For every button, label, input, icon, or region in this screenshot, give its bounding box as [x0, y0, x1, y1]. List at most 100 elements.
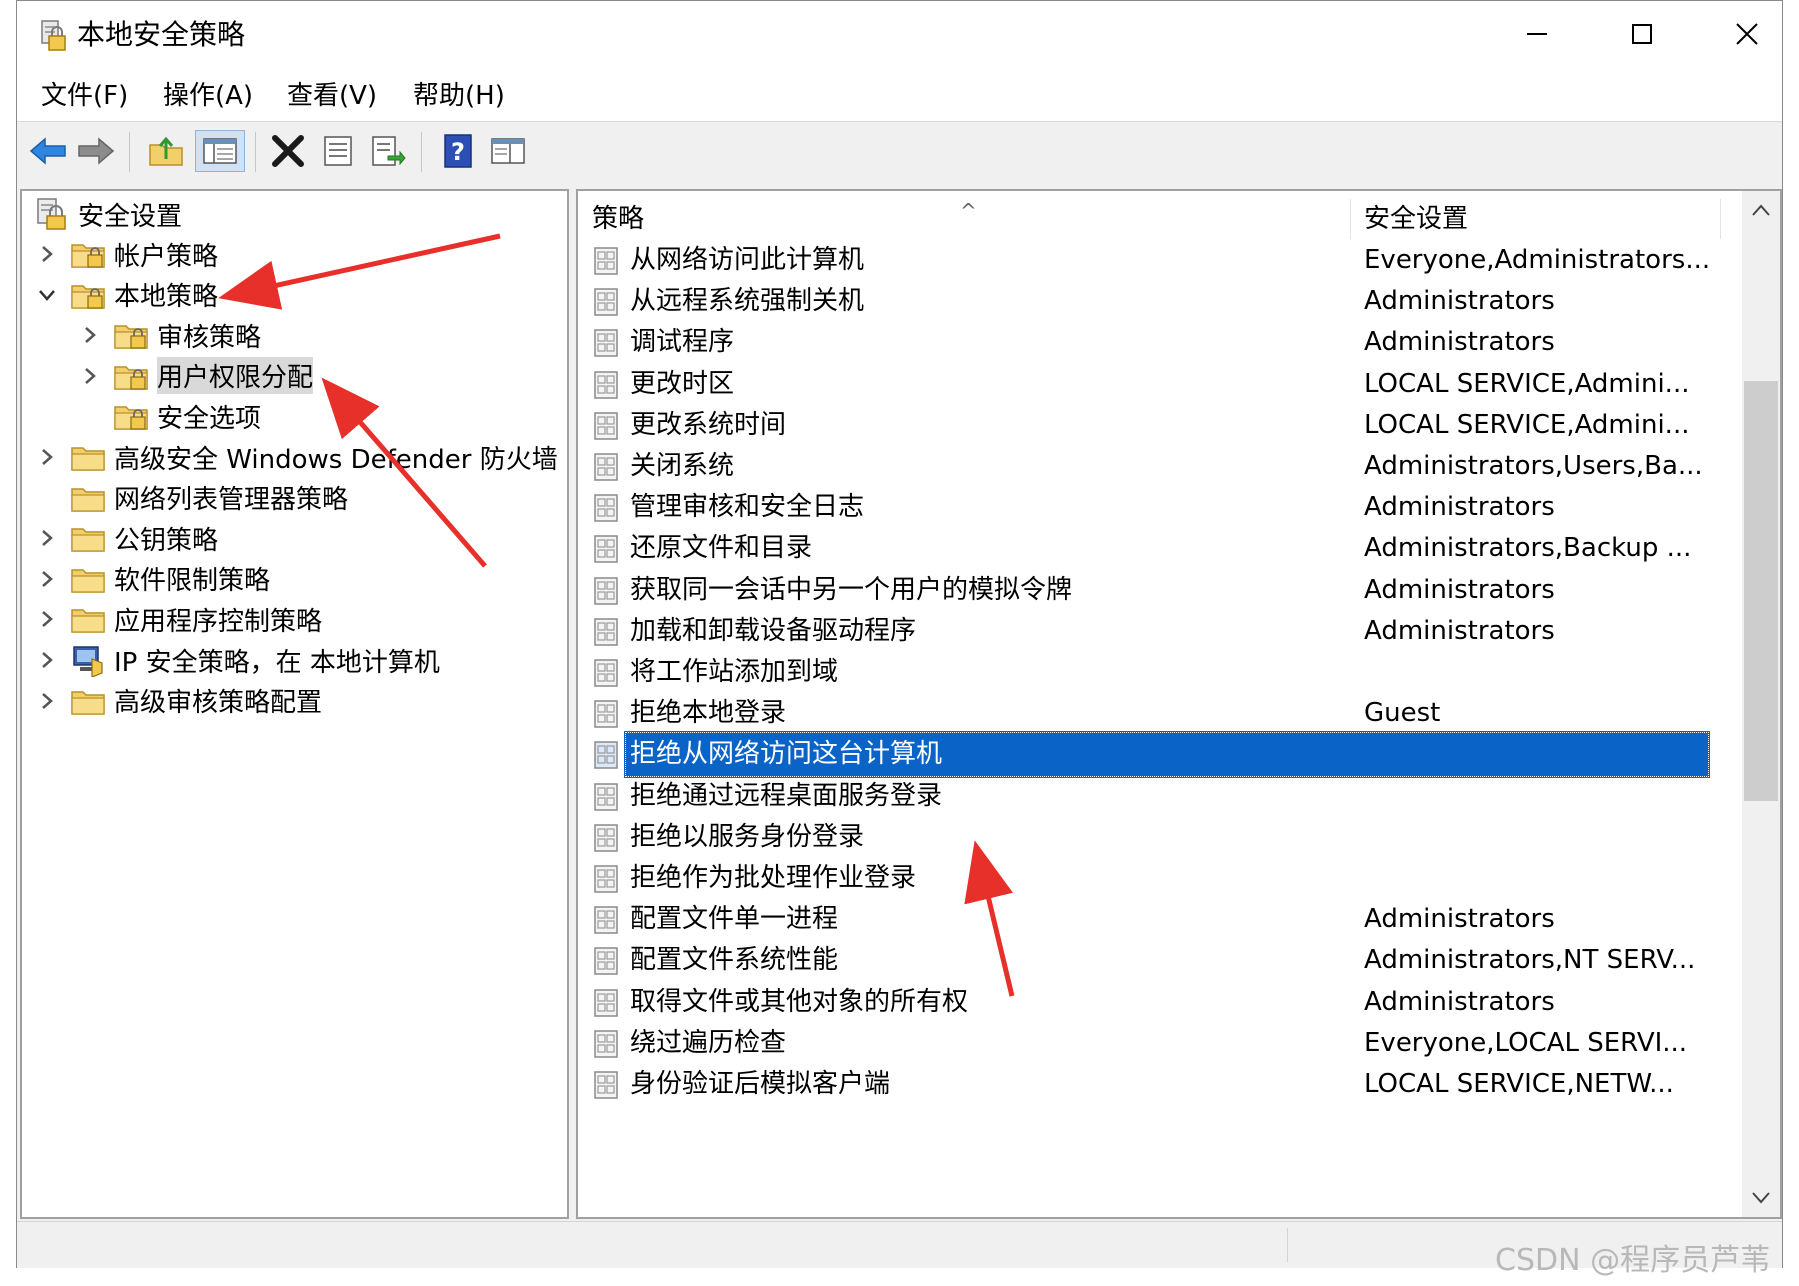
toolbar-separator [129, 132, 130, 172]
tree-item[interactable]: 帐户策略 [34, 235, 218, 273]
policy-row[interactable]: 还原文件和目录 Administrators,Backup ... [578, 525, 1723, 572]
console-view-button[interactable] [487, 130, 529, 172]
policy-row[interactable]: 身份验证后模拟客户端 LOCAL SERVICE,NETW... [578, 1061, 1723, 1108]
policy-row[interactable]: 从网络访问此计算机 Everyone,Administrators... [578, 237, 1723, 284]
policy-row[interactable]: 从远程系统强制关机 Administrators [578, 278, 1723, 325]
column-divider[interactable] [1720, 199, 1721, 239]
tree-item[interactable]: 高级审核策略配置 [34, 682, 322, 720]
expand-chevron-icon[interactable] [34, 560, 60, 598]
tree-item[interactable]: 应用程序控制策略 [34, 600, 322, 638]
tree-item[interactable]: 安全选项 [77, 397, 261, 435]
tree-item[interactable]: 高级安全 Windows Defender 防火墙 [34, 438, 558, 476]
maximize-button[interactable] [1612, 11, 1672, 57]
show-hide-tree-button[interactable] [195, 130, 245, 172]
scroll-down-icon[interactable] [1751, 1191, 1771, 1205]
up-one-level-button[interactable] [145, 130, 187, 172]
menu-view[interactable]: 查看(V) [287, 77, 377, 115]
ip-security-icon [73, 646, 103, 677]
export-list-button[interactable] [367, 130, 409, 172]
tree-item-label: 应用程序控制策略 [114, 606, 323, 637]
delete-button[interactable] [267, 130, 309, 172]
policy-row[interactable]: 拒绝作为批处理作业登录 [578, 855, 1723, 902]
policy-list: 策略 ^ 安全设置 从网络访问此计算机 Everyone,Administrat… [576, 189, 1782, 1219]
policy-name: 管理审核和安全日志 [630, 492, 865, 523]
policy-icon [594, 782, 618, 811]
expand-chevron-icon[interactable] [34, 641, 60, 679]
tree-item[interactable]: 软件限制策略 [34, 560, 270, 598]
policy-row[interactable]: 拒绝从网络访问这台计算机 [578, 731, 1723, 779]
column-divider[interactable] [1350, 199, 1351, 239]
close-icon [1736, 23, 1758, 45]
policy-name: 拒绝从网络访问这台计算机 [624, 731, 1710, 779]
forward-button[interactable] [75, 130, 117, 172]
close-button[interactable] [1717, 11, 1777, 57]
policy-row[interactable]: 将工作站添加到域 [578, 649, 1723, 696]
policy-name: 配置文件系统性能 [630, 945, 839, 976]
properties-icon [324, 136, 352, 166]
menu-action[interactable]: 操作(A) [163, 77, 253, 115]
policy-row[interactable]: 拒绝以服务身份登录 [578, 814, 1723, 861]
policy-row[interactable]: 加载和卸载设备驱动程序 Administrators [578, 608, 1723, 655]
tree-item[interactable]: 本地策略 [34, 276, 218, 314]
tree-item[interactable]: IP 安全策略，在 本地计算机 [34, 641, 440, 679]
console-view-icon [491, 138, 525, 164]
expand-chevron-icon[interactable] [77, 316, 103, 354]
expand-chevron-icon[interactable] [34, 600, 60, 638]
policy-row[interactable]: 更改时区 LOCAL SERVICE,Admini... [578, 361, 1723, 408]
policy-setting: Administrators [1364, 904, 1555, 935]
minimize-button[interactable] [1507, 11, 1567, 57]
toolbar: ? [17, 122, 1782, 182]
tree-root-security-settings[interactable]: 安全设置 [34, 195, 182, 233]
policy-row[interactable]: 拒绝通过远程桌面服务登录 [578, 773, 1723, 820]
menu-file[interactable]: 文件(F) [41, 77, 128, 115]
policy-row[interactable]: 关闭系统 Administrators,Users,Ba... [578, 443, 1723, 490]
background-edge [1783, 0, 1799, 1286]
policy-row[interactable]: 拒绝本地登录 Guest [578, 690, 1723, 737]
properties-button[interactable] [317, 130, 359, 172]
forward-arrow-icon [78, 137, 115, 165]
policy-row[interactable]: 绕过遍历检查 Everyone,LOCAL SERVI... [578, 1020, 1723, 1067]
scroll-up-icon[interactable] [1751, 203, 1771, 217]
policy-row[interactable]: 更改系统时间 LOCAL SERVICE,Admini... [578, 402, 1723, 449]
no-expander [34, 479, 60, 517]
menu-help[interactable]: 帮助(H) [413, 77, 505, 115]
tree-item-label: 网络列表管理器策略 [114, 485, 349, 516]
back-button[interactable] [27, 130, 69, 172]
policy-icon [594, 988, 618, 1017]
policy-name: 将工作站添加到域 [630, 657, 839, 687]
tree-item-label: 安全选项 [157, 403, 262, 434]
help-button[interactable]: ? [437, 130, 479, 172]
policy-row[interactable]: 调试程序 Administrators [578, 319, 1723, 366]
tree-item[interactable]: 审核策略 [77, 316, 261, 354]
folder-icon [71, 487, 105, 512]
policy-row[interactable]: 配置文件单一进程 Administrators [578, 896, 1723, 943]
expand-chevron-icon[interactable] [34, 519, 60, 557]
vertical-scrollbar[interactable] [1742, 191, 1780, 1217]
policy-icon [594, 370, 618, 399]
tree-item[interactable]: 公钥策略 [34, 519, 218, 557]
expand-chevron-icon[interactable] [34, 682, 60, 720]
policy-row[interactable]: 获取同一会话中另一个用户的模拟令牌 Administrators [578, 567, 1723, 614]
policy-setting: Administrators [1364, 986, 1555, 1017]
tree-item-label: 审核策略 [157, 322, 262, 353]
expand-chevron-icon[interactable] [77, 357, 103, 395]
policy-folder-icon [71, 244, 105, 268]
policy-name: 身份验证后模拟客户端 [630, 1069, 891, 1099]
policy-icon [594, 1030, 618, 1058]
policy-setting: Administrators,NT SERV... [1364, 945, 1696, 976]
tree-item[interactable]: 用户权限分配 [77, 357, 314, 395]
policy-name: 更改时区 [630, 368, 735, 399]
tree-item[interactable]: 网络列表管理器策略 [34, 479, 348, 517]
policy-row[interactable]: 取得文件或其他对象的所有权 Administrators [578, 979, 1723, 1026]
policy-icon [594, 865, 618, 893]
policy-icon [594, 329, 618, 358]
expand-chevron-icon[interactable] [34, 438, 60, 476]
scrollbar-thumb[interactable] [1744, 381, 1778, 801]
tree-item-label: IP 安全策略，在 本地计算机 [114, 647, 440, 678]
policy-name: 还原文件和目录 [630, 533, 813, 564]
collapse-chevron-icon[interactable] [34, 276, 60, 314]
policy-row[interactable]: 管理审核和安全日志 Administrators [578, 484, 1723, 531]
policy-setting: LOCAL SERVICE,NETW... [1364, 1069, 1674, 1099]
policy-row[interactable]: 配置文件系统性能 Administrators,NT SERV... [578, 937, 1723, 984]
expand-chevron-icon[interactable] [34, 235, 60, 273]
